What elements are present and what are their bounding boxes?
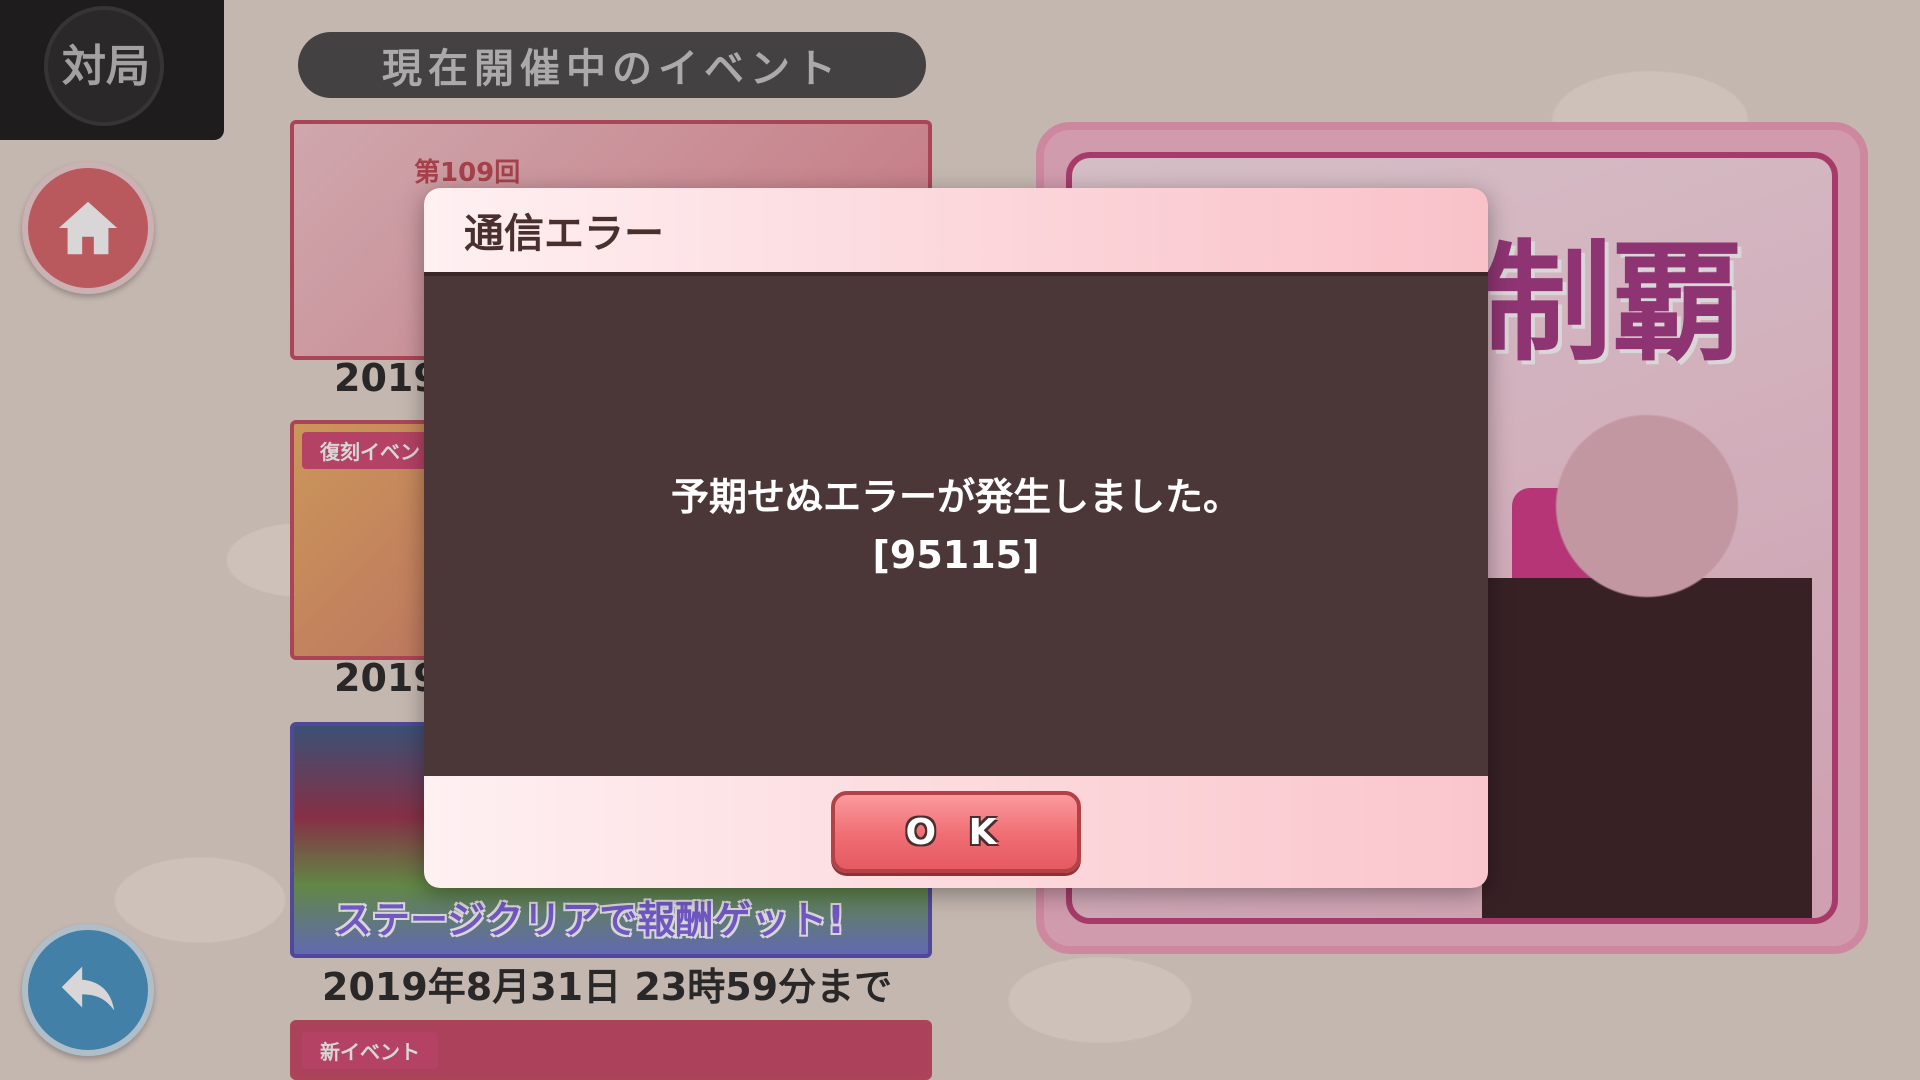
dialog-title: 通信エラー xyxy=(464,211,664,257)
ok-button[interactable]: O K xyxy=(831,791,1081,873)
dialog-body: 予期せぬエラーが発生しました。 [95115] xyxy=(424,276,1488,776)
error-dialog: 通信エラー 予期せぬエラーが発生しました。 [95115] O K xyxy=(424,188,1488,888)
error-message: 予期せぬエラーが発生しました。 xyxy=(670,475,1241,519)
dialog-footer: O K xyxy=(424,776,1488,888)
dialog-header: 通信エラー xyxy=(424,188,1488,276)
error-code: [95115] xyxy=(872,533,1040,577)
